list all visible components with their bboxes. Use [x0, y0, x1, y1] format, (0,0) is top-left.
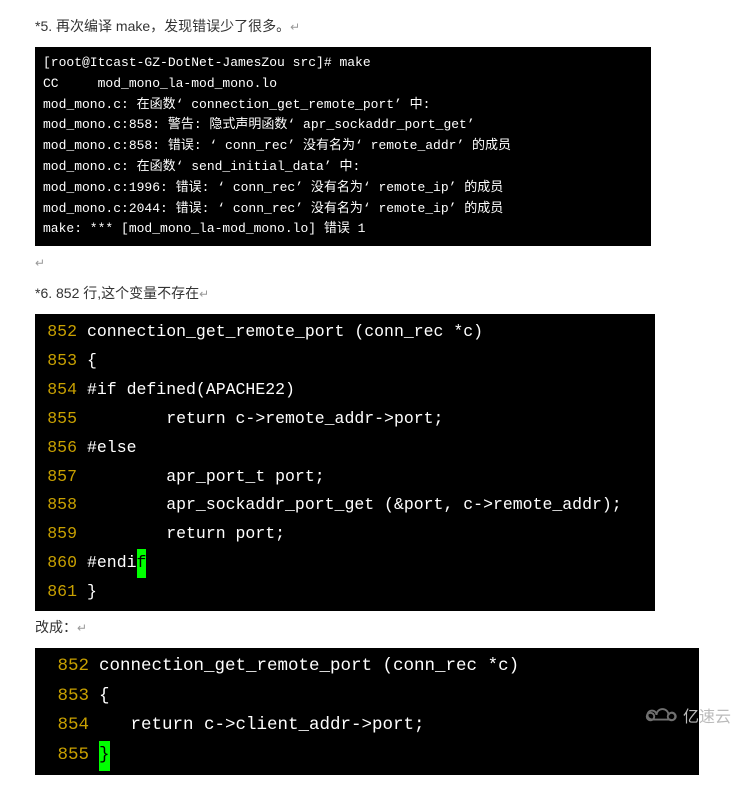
code-line: 858 apr_sockaddr_port_get (&port, c->rem… [43, 491, 647, 520]
code-text: connection_get_remote_port (conn_rec *c) [99, 652, 519, 682]
line-number: 861 [43, 578, 77, 607]
line-number: 852 [47, 652, 89, 682]
code-text: connection_get_remote_port (conn_rec *c) [87, 318, 483, 347]
code-text: apr_sockaddr_port_get (&port, c->remote_… [87, 491, 622, 520]
code-line: 855 return c->remote_addr->port; [43, 405, 647, 434]
code-text: #else [87, 434, 137, 463]
paragraph-blank: ↵ [35, 252, 706, 273]
code-line: 852 connection_get_remote_port (conn_rec … [43, 318, 647, 347]
code-text: apr_port_t port; [87, 463, 325, 492]
code-block-original: 852 connection_get_remote_port (conn_rec … [35, 314, 655, 611]
line-number: 856 [43, 434, 77, 463]
code-line: 853 { [47, 682, 687, 712]
line-number: 853 [43, 347, 77, 376]
code-line: 855} [47, 741, 687, 771]
code-line: 854 #if defined(APACHE22) [43, 376, 647, 405]
cursor: f [137, 549, 147, 578]
line-number: 853 [47, 682, 89, 712]
code-line: 852 connection_get_remote_port (conn_rec … [47, 652, 687, 682]
code-line: 853 { [43, 347, 647, 376]
line-number: 855 [47, 741, 89, 771]
watermark-text: 亿速云 [683, 703, 731, 727]
linebreak-marker: ↵ [290, 20, 300, 34]
linebreak-marker: ↵ [35, 256, 45, 270]
code-text: { [87, 347, 97, 376]
cloud-icon [643, 704, 679, 726]
code-block-modified: 852 connection_get_remote_port (conn_rec … [35, 648, 699, 775]
cursor: } [99, 741, 110, 771]
linebreak-marker: ↵ [199, 287, 209, 301]
code-text: } [87, 578, 97, 607]
line-number: 858 [43, 491, 77, 520]
paragraph-changeto: 改成：↵ [35, 617, 706, 638]
watermark: 亿速云 [643, 703, 731, 727]
code-text: #if defined(APACHE22) [87, 376, 295, 405]
text-step5: *5. 再次编译 make，发现错误少了很多。 [35, 18, 290, 34]
code-line: 857 apr_port_t port; [43, 463, 647, 492]
text-step6: *6. 852 行,这个变量不存在 [35, 285, 199, 301]
text-changeto: 改成： [35, 619, 77, 635]
linebreak-marker: ↵ [77, 621, 87, 635]
line-number: 852 [43, 318, 77, 347]
line-number: 855 [43, 405, 77, 434]
line-number: 854 [43, 376, 77, 405]
code-text: #endi [87, 549, 137, 578]
code-line: 859 return port; [43, 520, 647, 549]
code-line: 860 #endif [43, 549, 647, 578]
code-line: 861} [43, 578, 647, 607]
code-text: return c->remote_addr->port; [87, 405, 443, 434]
paragraph-step6: *6. 852 行,这个变量不存在↵ [35, 283, 706, 304]
line-number: 860 [43, 549, 77, 578]
paragraph-step5: *5. 再次编译 make，发现错误少了很多。↵ [35, 16, 706, 37]
terminal-output-make: [root@Itcast-GZ-DotNet-JamesZou src]# ma… [35, 47, 651, 246]
line-number: 857 [43, 463, 77, 492]
code-line: 856 #else [43, 434, 647, 463]
code-text: { [99, 682, 110, 712]
line-number: 859 [43, 520, 77, 549]
code-text: return port; [87, 520, 285, 549]
